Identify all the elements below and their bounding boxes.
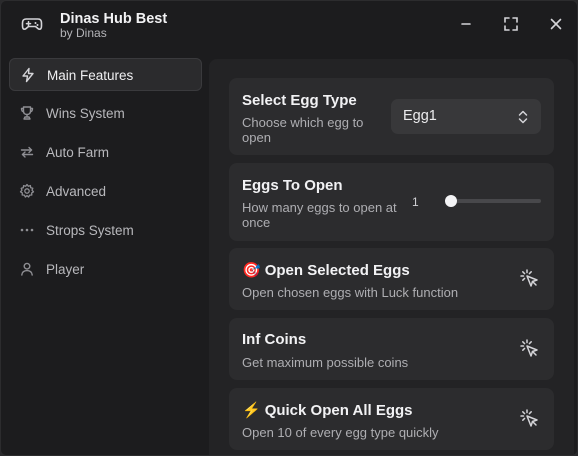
sidebar-item-main-features[interactable]: Main Features	[9, 58, 202, 91]
minimize-icon[interactable]	[458, 16, 474, 32]
egg-type-card: Select Egg Type Choose which egg to open…	[229, 78, 554, 155]
sidebar-item-auto-farm[interactable]: Auto Farm	[9, 136, 202, 169]
trophy-icon	[19, 105, 35, 121]
card-title: 🎯 Open Selected Eggs	[242, 261, 410, 279]
target-icon: 🎯	[242, 262, 261, 279]
quick-open-all-eggs-card[interactable]: ⚡ Quick Open All Eggs Open 10 of every eg…	[229, 388, 554, 450]
main-panel: Select Egg Type Choose which egg to open…	[209, 59, 574, 455]
sidebar-item-label: Strops System	[46, 223, 134, 238]
ellipsis-icon	[19, 222, 35, 238]
slider-value: 1	[412, 195, 419, 209]
card-title: Eggs To Open	[242, 177, 343, 194]
egg-type-dropdown[interactable]: Egg1	[391, 99, 541, 134]
eggs-slider[interactable]	[445, 195, 541, 207]
gamepad-icon	[21, 15, 43, 33]
sidebar-item-label: Main Features	[47, 68, 134, 83]
sidebar-item-label: Auto Farm	[46, 145, 110, 160]
card-title-text: Quick Open All Eggs	[264, 402, 413, 419]
slider-thumb[interactable]	[445, 195, 457, 207]
sidebar: Main Features Wins System Auto Farm Adva…	[9, 58, 202, 292]
eggs-to-open-card: Eggs To Open How many eggs to open at on…	[229, 163, 554, 241]
card-description: Choose which egg to open	[242, 115, 364, 145]
maximize-icon[interactable]	[503, 16, 519, 32]
sidebar-item-advanced[interactable]: Advanced	[9, 175, 202, 208]
open-selected-eggs-card[interactable]: 🎯 Open Selected Eggs Open chosen eggs wit…	[229, 248, 554, 310]
card-description: Open 10 of every egg type quickly	[242, 425, 439, 440]
card-description: Get maximum possible coins	[242, 355, 409, 370]
card-title-text: Open Selected Eggs	[264, 262, 410, 279]
sidebar-item-label: Wins System	[46, 106, 125, 121]
lightning-icon	[20, 67, 36, 83]
card-description: Open chosen eggs with Luck function	[242, 285, 459, 300]
lightning-emoji-icon: ⚡	[242, 402, 261, 419]
pointer-click-icon[interactable]	[520, 409, 540, 429]
sidebar-item-label: Player	[46, 262, 85, 277]
app-window: Dinas Hub Best by Dinas Main Features Wi…	[0, 0, 578, 456]
pointer-click-icon[interactable]	[520, 339, 540, 359]
card-description: How many eggs to open at once	[242, 200, 397, 230]
card-title: Inf Coins	[242, 331, 307, 348]
sidebar-item-wins-system[interactable]: Wins System	[9, 97, 202, 130]
card-title: ⚡ Quick Open All Eggs	[242, 401, 413, 419]
repeat-icon	[19, 144, 35, 160]
dropdown-value: Egg1	[403, 108, 437, 124]
sidebar-item-player[interactable]: Player	[9, 253, 202, 286]
sidebar-item-label: Advanced	[46, 184, 107, 199]
sidebar-item-strops-system[interactable]: Strops System	[9, 214, 202, 247]
chevron-updown-icon	[517, 109, 529, 125]
window-subtitle: by Dinas	[60, 26, 107, 40]
pointer-click-icon[interactable]	[520, 269, 540, 289]
user-icon	[19, 261, 35, 277]
card-title: Select Egg Type	[242, 92, 357, 109]
gear-icon	[19, 183, 35, 199]
inf-coins-card[interactable]: Inf Coins Get maximum possible coins	[229, 318, 554, 380]
window-title: Dinas Hub Best	[60, 11, 168, 27]
title-bar: Dinas Hub Best by Dinas	[1, 1, 577, 49]
close-icon[interactable]	[548, 16, 564, 32]
